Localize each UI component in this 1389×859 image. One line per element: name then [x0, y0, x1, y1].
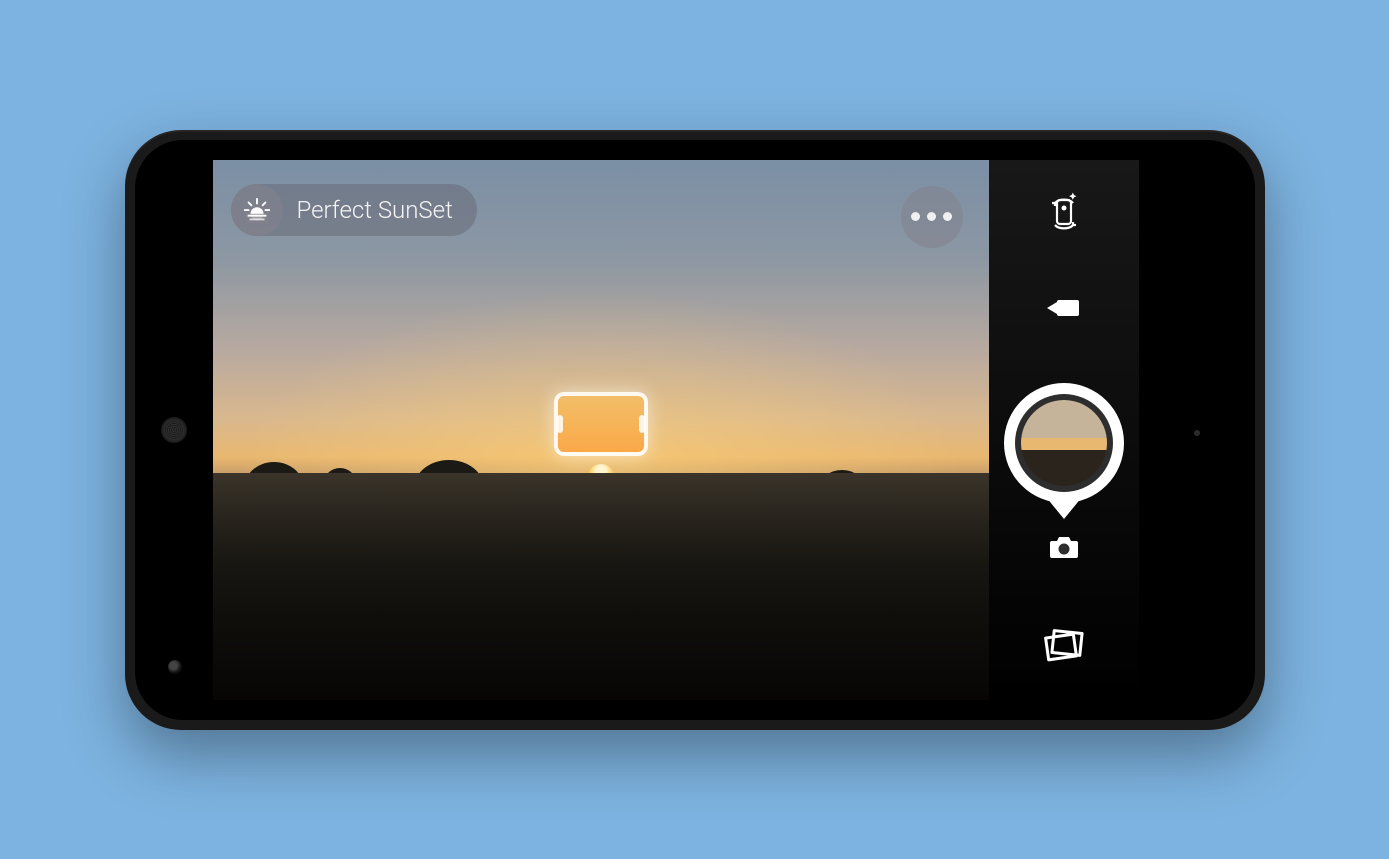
- scene-mode-label: Perfect SunSet: [297, 196, 453, 224]
- camera-viewfinder[interactable]: Perfect SunSet: [213, 160, 989, 700]
- front-camera-dot: [168, 660, 182, 674]
- scene-mode-pill[interactable]: Perfect SunSet: [231, 184, 477, 236]
- switch-camera-icon: [1044, 191, 1084, 237]
- camera-icon: [1048, 534, 1080, 560]
- camera-controls-strip: [989, 160, 1139, 700]
- gallery-icon: [1043, 626, 1085, 664]
- shutter-button[interactable]: [1004, 383, 1124, 503]
- gallery-button[interactable]: [1040, 621, 1088, 669]
- nav-dot: [1194, 430, 1200, 436]
- left-bezel: [135, 140, 213, 720]
- screen: Perfect SunSet: [213, 160, 1139, 700]
- focus-reticle[interactable]: [554, 392, 648, 456]
- phone-frame: Perfect SunSet: [125, 130, 1265, 730]
- video-mode-button[interactable]: [1040, 284, 1088, 332]
- video-icon: [1045, 296, 1083, 320]
- ground: [213, 473, 989, 700]
- sunset-icon: [231, 184, 283, 236]
- earpiece-speaker: [161, 417, 187, 443]
- phone-inner: Perfect SunSet: [135, 140, 1255, 720]
- shutter-preview-thumb: [1021, 400, 1107, 486]
- shutter-pointer: [1046, 497, 1082, 519]
- switch-camera-button[interactable]: [1040, 190, 1088, 238]
- shutter-inner: [1015, 394, 1113, 492]
- photo-mode-indicator[interactable]: [1040, 523, 1088, 571]
- more-icon: [911, 212, 920, 221]
- more-options-button[interactable]: [901, 186, 963, 248]
